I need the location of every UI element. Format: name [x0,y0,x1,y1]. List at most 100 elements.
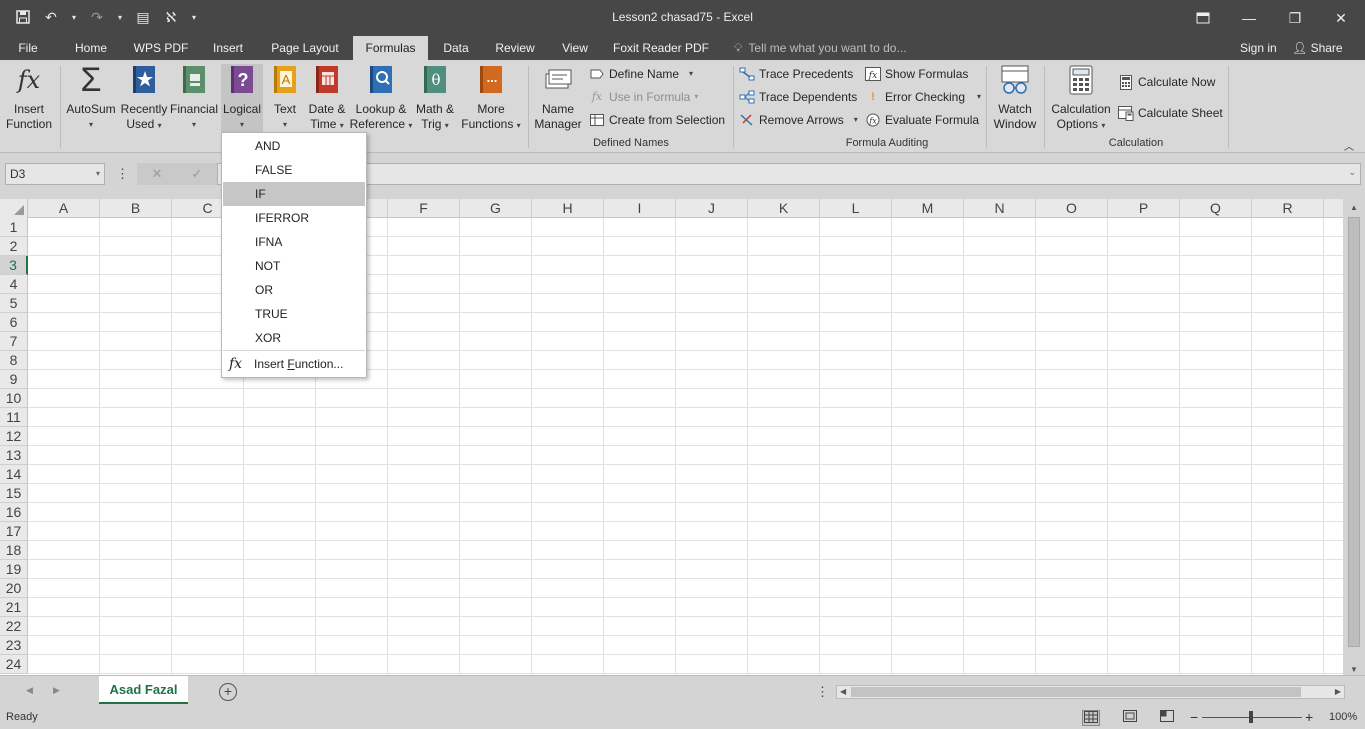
undo-icon[interactable]: ↶ [40,6,62,28]
row-header[interactable]: 15 [0,484,28,503]
column-header[interactable]: Q [1180,199,1252,218]
chevron-down-icon[interactable]: ▾ [96,164,100,184]
calculate-sheet-button[interactable]: Calculate Sheet [1118,103,1223,123]
row-header[interactable]: 7 [0,332,28,351]
row-header[interactable]: 10 [0,389,28,408]
tab-page-layout[interactable]: Page Layout [266,36,344,60]
row-header[interactable]: 18 [0,541,28,560]
formula-input[interactable]: ⌄ [217,163,1361,185]
row-header[interactable]: 24 [0,655,28,674]
page-layout-view-icon[interactable] [1121,710,1139,726]
column-header[interactable]: G [460,199,532,218]
column-header[interactable]: A [28,199,100,218]
redo-dropdown-icon[interactable]: ▾ [114,6,126,28]
vertical-scroll-thumb[interactable] [1348,217,1360,647]
scroll-down-icon[interactable]: ▼ [1349,665,1359,675]
column-header[interactable]: H [532,199,604,218]
financial-button[interactable]: Financial ▾ [169,64,219,132]
ribbon-display-icon[interactable] [1180,0,1226,36]
enter-icon[interactable]: ✓ [192,166,203,182]
tab-split-handle-icon[interactable]: ⋮ [816,684,829,700]
column-header[interactable]: O [1036,199,1108,218]
function-wizard-icon[interactable]: ℵ [160,6,182,28]
menu-item-false[interactable]: FALSE [223,158,365,182]
row-header[interactable]: 21 [0,598,28,617]
column-header[interactable]: B [100,199,172,218]
sign-in-link[interactable]: Sign in [1240,36,1277,60]
row-header[interactable]: 2 [0,237,28,256]
row-header[interactable]: 23 [0,636,28,655]
more-functions-button[interactable]: ... More Functions ▾ [459,64,523,133]
worksheet-grid[interactable]: ABCDEFGHIJKLMNOPQR 123456789101112131415… [0,199,1343,675]
tab-file[interactable]: File [8,36,48,60]
row-header[interactable]: 19 [0,560,28,579]
zoom-level[interactable]: 100% [1329,711,1357,723]
autosum-button[interactable]: Σ AutoSum ▾ [63,63,119,132]
scroll-left-icon[interactable]: ◀ [840,686,846,698]
column-header[interactable]: L [820,199,892,218]
expand-formula-bar-icon[interactable]: ⌄ [1348,167,1356,178]
zoom-slider-thumb[interactable] [1249,711,1253,723]
share-button[interactable]: 👤︎ Share [1292,36,1343,60]
redo-icon[interactable]: ↷ [86,6,108,28]
select-all-button[interactable] [0,199,28,218]
customize-qat-icon[interactable]: ▾ [188,6,200,28]
row-header[interactable]: 12 [0,427,28,446]
zoom-in-icon[interactable]: + [1305,709,1313,725]
row-header[interactable]: 11 [0,408,28,427]
collapse-ribbon-icon[interactable]: ︿ [1344,138,1354,153]
tab-data[interactable]: Data [437,36,475,60]
tab-review[interactable]: Review [491,36,539,60]
row-header[interactable]: 4 [0,275,28,294]
row-header[interactable]: 6 [0,313,28,332]
save-icon[interactable] [12,6,34,28]
name-manager-button[interactable]: Name Manager [533,64,583,132]
page-break-view-icon[interactable] [1158,710,1176,726]
name-box[interactable]: D3 ▾ [5,163,105,185]
tab-foxit-reader-pdf[interactable]: Foxit Reader PDF [611,36,711,60]
recently-used-button[interactable]: Recently Used ▾ [119,64,169,133]
add-sheet-icon[interactable]: + [219,683,237,701]
trace-dependents-button[interactable]: Trace Dependents [739,87,857,107]
sheet-prev-icon[interactable]: ◀ [26,685,33,696]
horizontal-scrollbar[interactable]: ◀ ▶ [836,685,1345,699]
show-formulas-button[interactable]: fx Show Formulas [865,64,968,84]
tell-me-search[interactable]: 💡︎ Tell me what you want to do... [734,36,907,60]
row-header[interactable]: 8 [0,351,28,370]
zoom-out-icon[interactable]: − [1190,709,1198,725]
logical-button[interactable]: ? Logical ▾ [221,64,263,136]
menu-item-true[interactable]: TRUE [223,302,365,326]
text-button[interactable]: A Text ▾ [266,64,304,132]
undo-dropdown-icon[interactable]: ▾ [68,6,80,28]
column-header[interactable]: F [388,199,460,218]
row-header[interactable]: 20 [0,579,28,598]
tab-home[interactable]: Home [68,36,114,60]
horizontal-scroll-thumb[interactable] [851,687,1301,697]
create-from-selection-button[interactable]: Create from Selection [589,110,725,130]
row-header[interactable]: 13 [0,446,28,465]
menu-item-and[interactable]: AND [223,134,365,158]
normal-view-icon[interactable] [1082,710,1100,726]
restore-icon[interactable]: ❐ [1272,0,1318,36]
insert-function-menu-item[interactable]: fx Insert Function... [223,352,365,376]
menu-item-not[interactable]: NOT [223,254,365,278]
more-options-icon[interactable]: ⋮ [116,166,129,182]
tab-wps-pdf[interactable]: WPS PDF [130,36,192,60]
row-header[interactable]: 1 [0,218,28,237]
define-name-button[interactable]: Define Name ▾ [589,64,693,84]
vertical-scrollbar[interactable]: ▲ ▼ [1343,199,1365,675]
column-header[interactable]: N [964,199,1036,218]
column-header[interactable]: J [676,199,748,218]
row-header[interactable]: 14 [0,465,28,484]
tab-view[interactable]: View [556,36,594,60]
sheet-next-icon[interactable]: ▶ [53,685,60,696]
calculate-now-button[interactable]: Calculate Now [1118,72,1215,92]
date-time-button[interactable]: Date & Time ▾ [305,64,349,133]
row-header[interactable]: 5 [0,294,28,313]
column-header[interactable]: M [892,199,964,218]
menu-item-or[interactable]: OR [223,278,365,302]
minimize-icon[interactable]: — [1226,0,1272,36]
math-trig-button[interactable]: θ Math & Trig ▾ [413,64,457,133]
menu-item-ifna[interactable]: IFNA [223,230,365,254]
tab-insert[interactable]: Insert [206,36,250,60]
